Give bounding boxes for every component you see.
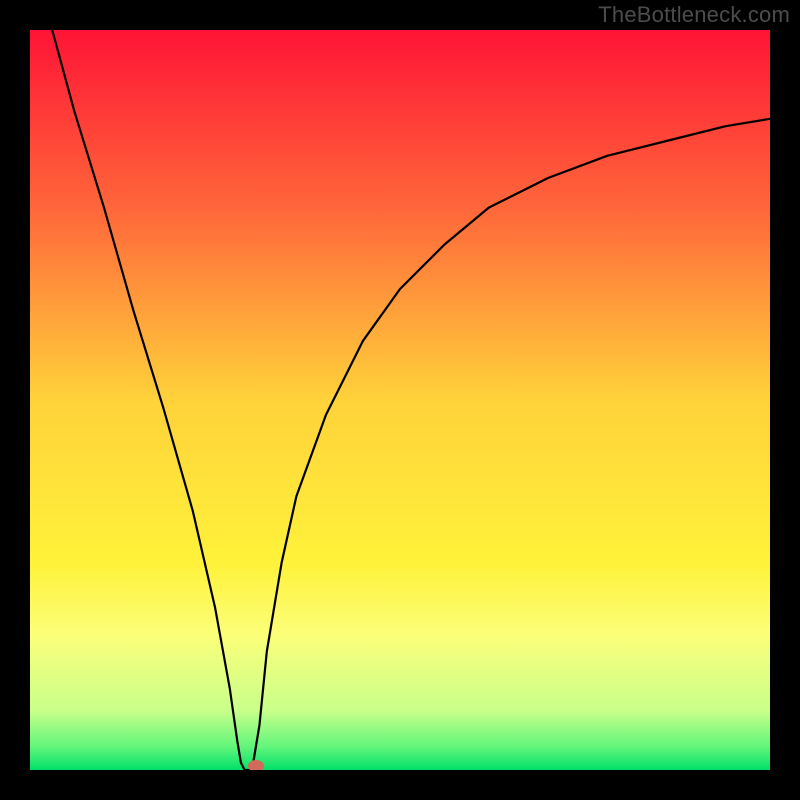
bottleneck-curve <box>30 30 770 770</box>
chart-frame: TheBottleneck.com <box>0 0 800 800</box>
curve-minimum-marker <box>248 760 264 770</box>
watermark-text: TheBottleneck.com <box>598 2 790 28</box>
plot-area <box>30 30 770 770</box>
